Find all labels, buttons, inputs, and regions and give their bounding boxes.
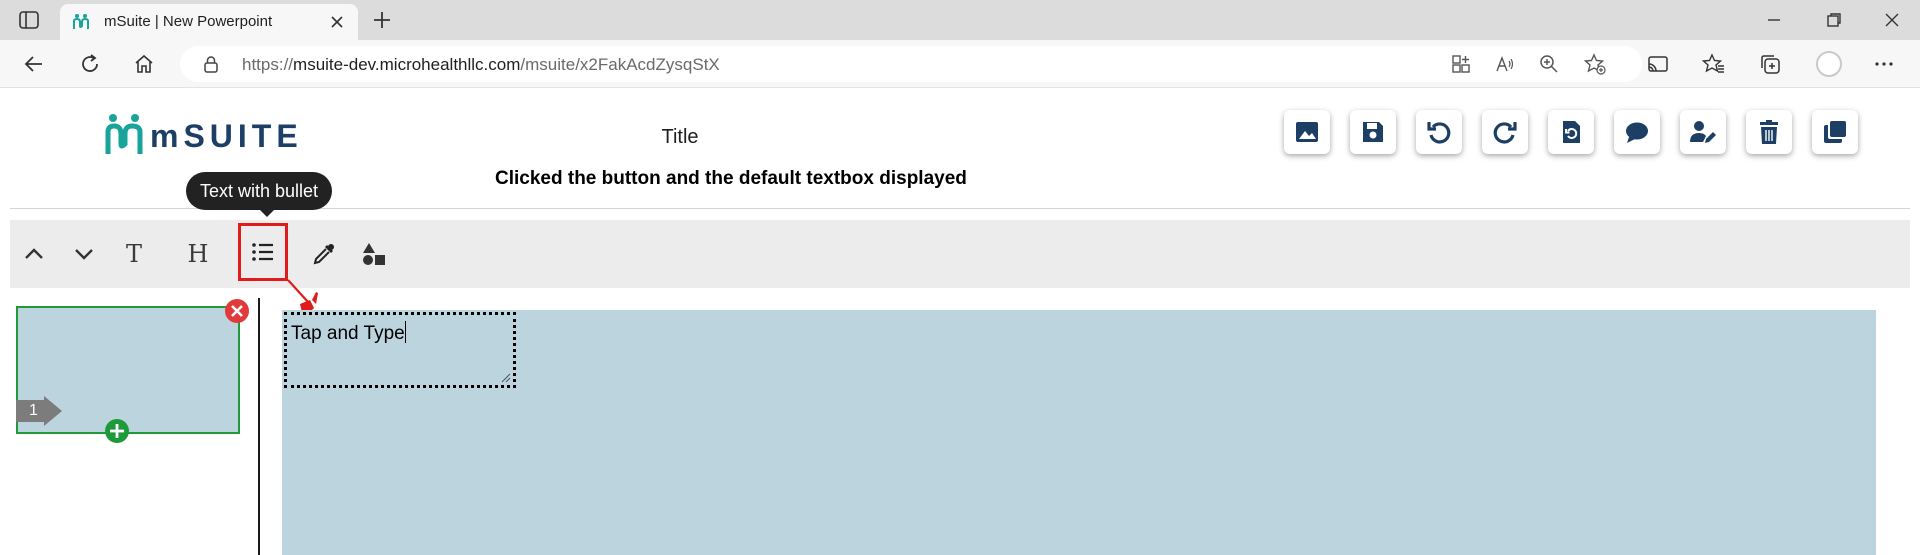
- delete-button[interactable]: [1746, 110, 1792, 154]
- red-arrow-pointer-icon: [287, 279, 318, 312]
- trash-icon: [1760, 120, 1778, 144]
- browser-tab-active[interactable]: mSuite | New Powerpoint: [60, 4, 358, 40]
- text-tool-button[interactable]: T: [114, 234, 154, 274]
- read-aloud-icon[interactable]: [1494, 53, 1516, 75]
- save-icon: [1363, 122, 1383, 142]
- save-button[interactable]: [1350, 110, 1396, 154]
- tab-title: mSuite | New Powerpoint: [104, 13, 273, 30]
- browser-tab-bar: mSuite | New Powerpoint: [0, 0, 1920, 40]
- textbox-content[interactable]: Tap and Type: [291, 321, 406, 345]
- comments-button[interactable]: [1614, 110, 1660, 154]
- zoom-icon[interactable]: [1538, 53, 1560, 75]
- file-restore-icon: [1563, 121, 1580, 143]
- panel-divider: [258, 298, 260, 555]
- cast-icon[interactable]: [1646, 52, 1670, 76]
- home-icon[interactable]: [132, 52, 156, 76]
- bullet-list-icon: [252, 243, 273, 261]
- resize-handle-icon[interactable]: [499, 371, 511, 383]
- app-available-icon[interactable]: [1450, 53, 1472, 75]
- more-options-icon[interactable]: [1872, 52, 1896, 76]
- add-slide-icon[interactable]: [104, 418, 130, 444]
- url-field[interactable]: https://msuite-dev.microhealthllc.com/ms…: [180, 46, 1642, 82]
- close-tab-icon[interactable]: [328, 13, 346, 31]
- duplicate-button[interactable]: [1812, 110, 1858, 154]
- msuite-favicon-icon: [73, 14, 89, 29]
- remove-slide-icon[interactable]: [224, 298, 250, 324]
- minimize-window-icon[interactable]: [1762, 8, 1786, 32]
- heading-tool-button[interactable]: H: [178, 234, 218, 274]
- tab-actions-icon[interactable]: [18, 9, 40, 31]
- annotation-caption: Clicked the button and the default textb…: [495, 168, 967, 189]
- slide-number-arrow-icon: [16, 396, 62, 426]
- msuite-logo-icon: [105, 114, 143, 154]
- redo-button[interactable]: [1482, 110, 1528, 154]
- redo-icon: [1493, 122, 1517, 144]
- chevron-down-icon: [75, 249, 93, 260]
- url-host: msuite-dev.microhealthllc.com: [293, 55, 521, 74]
- text-caret: [404, 321, 406, 343]
- url-path: /msuite/x2FakAcdZysqStX: [520, 55, 720, 74]
- browser-address-bar: https://msuite-dev.microhealthllc.com/ms…: [0, 40, 1920, 88]
- tooltip: Text with bullet: [186, 172, 333, 217]
- document-title[interactable]: Title: [560, 126, 800, 149]
- shapes-icon: [363, 243, 385, 265]
- refresh-icon[interactable]: [78, 52, 102, 76]
- slide-number: 1: [29, 402, 38, 419]
- add-favorite-icon[interactable]: [1584, 53, 1606, 75]
- new-tab-icon[interactable]: [370, 8, 394, 32]
- chevron-up-icon: [25, 248, 43, 259]
- url-text: https://msuite-dev.microhealthllc.com/ms…: [242, 55, 720, 75]
- undo-icon: [1427, 122, 1451, 144]
- undo-button[interactable]: [1416, 110, 1462, 154]
- color-picker-button[interactable]: [304, 234, 344, 274]
- bullet-text-button[interactable]: [238, 223, 288, 281]
- shapes-tool-button[interactable]: [354, 234, 394, 274]
- insert-image-button[interactable]: [1284, 110, 1330, 154]
- text-tool-letter: T: [125, 240, 142, 268]
- eyedropper-icon: [313, 244, 334, 265]
- slide-number-badge: 1: [16, 396, 62, 426]
- user-edit-icon: [1690, 121, 1716, 143]
- back-icon[interactable]: [22, 52, 46, 76]
- close-window-icon[interactable]: [1880, 8, 1904, 32]
- move-down-button[interactable]: [64, 234, 104, 274]
- favorites-icon[interactable]: [1702, 52, 1726, 76]
- restore-window-icon[interactable]: [1822, 8, 1846, 32]
- profile-avatar[interactable]: [1816, 51, 1842, 77]
- copy-icon: [1824, 121, 1846, 143]
- restore-version-button[interactable]: [1548, 110, 1594, 154]
- lock-icon[interactable]: [202, 55, 220, 73]
- comment-icon: [1626, 122, 1648, 143]
- msuite-app: mSUITE Title Clicked the button and the …: [0, 88, 1920, 555]
- heading-tool-letter: H: [187, 240, 209, 268]
- textbox-text: Tap and Type: [291, 323, 405, 344]
- logo-text: mSUITE: [150, 118, 303, 154]
- msuite-logo[interactable]: mSUITE: [104, 112, 304, 156]
- image-icon: [1296, 122, 1318, 142]
- default-textbox[interactable]: Tap and Type: [284, 312, 516, 388]
- slide-canvas[interactable]: Tap and Type: [282, 310, 1876, 555]
- move-up-button[interactable]: [14, 234, 54, 274]
- collections-icon[interactable]: [1758, 52, 1782, 76]
- user-edit-button[interactable]: [1680, 110, 1726, 154]
- url-scheme: https://: [242, 55, 294, 74]
